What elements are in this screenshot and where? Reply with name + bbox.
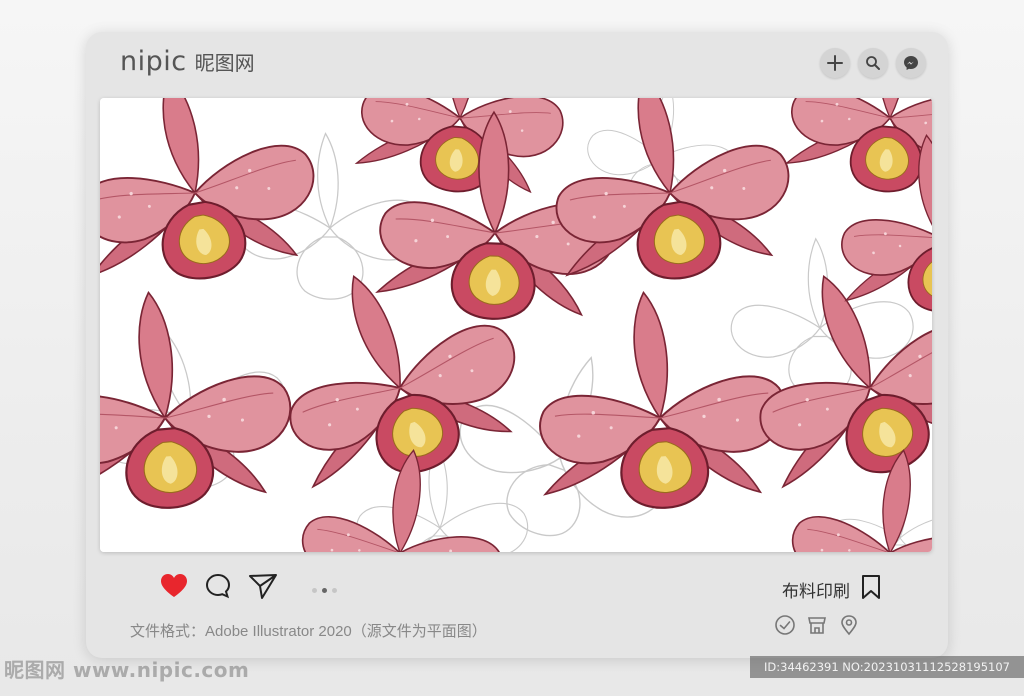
file-format-text: 文件格式：Adobe Illustrator 2020（源文件为平面图）	[130, 623, 487, 640]
orchid-pattern-image[interactable]	[100, 98, 932, 552]
id-watermark: ID:34462391 NO:20231031112528195107	[750, 656, 1024, 678]
site-watermark: 昵图网 www.nipic.com	[4, 658, 250, 682]
heart-icon[interactable]	[160, 573, 188, 603]
info-icon-group	[774, 614, 860, 640]
action-bar	[160, 572, 278, 604]
bookmark-icon[interactable]	[860, 574, 882, 604]
comment-icon[interactable]	[204, 572, 232, 604]
brand-name: 昵图网	[194, 51, 255, 75]
post-card: nipic 昵图网 布料印刷 文件格式：Adobe Illustrator 20…	[86, 32, 948, 658]
shop-icon[interactable]	[806, 614, 828, 640]
pagination-dots	[312, 588, 337, 593]
top-icon-group	[820, 48, 926, 78]
share-icon[interactable]	[248, 572, 278, 604]
messenger-icon[interactable]	[896, 48, 926, 78]
fabric-print-tag[interactable]: 布料印刷	[782, 574, 882, 604]
plus-icon[interactable]	[820, 48, 850, 78]
search-icon[interactable]	[858, 48, 888, 78]
location-pin-icon[interactable]	[838, 614, 860, 640]
fabric-label: 布料印刷	[782, 581, 850, 602]
brand: nipic 昵图网	[120, 46, 255, 77]
pagination-dot[interactable]	[312, 588, 317, 593]
pagination-dot-active[interactable]	[322, 588, 327, 593]
check-circle-icon[interactable]	[774, 614, 796, 640]
pagination-dot[interactable]	[332, 588, 337, 593]
brand-logo[interactable]: nipic	[120, 46, 187, 77]
